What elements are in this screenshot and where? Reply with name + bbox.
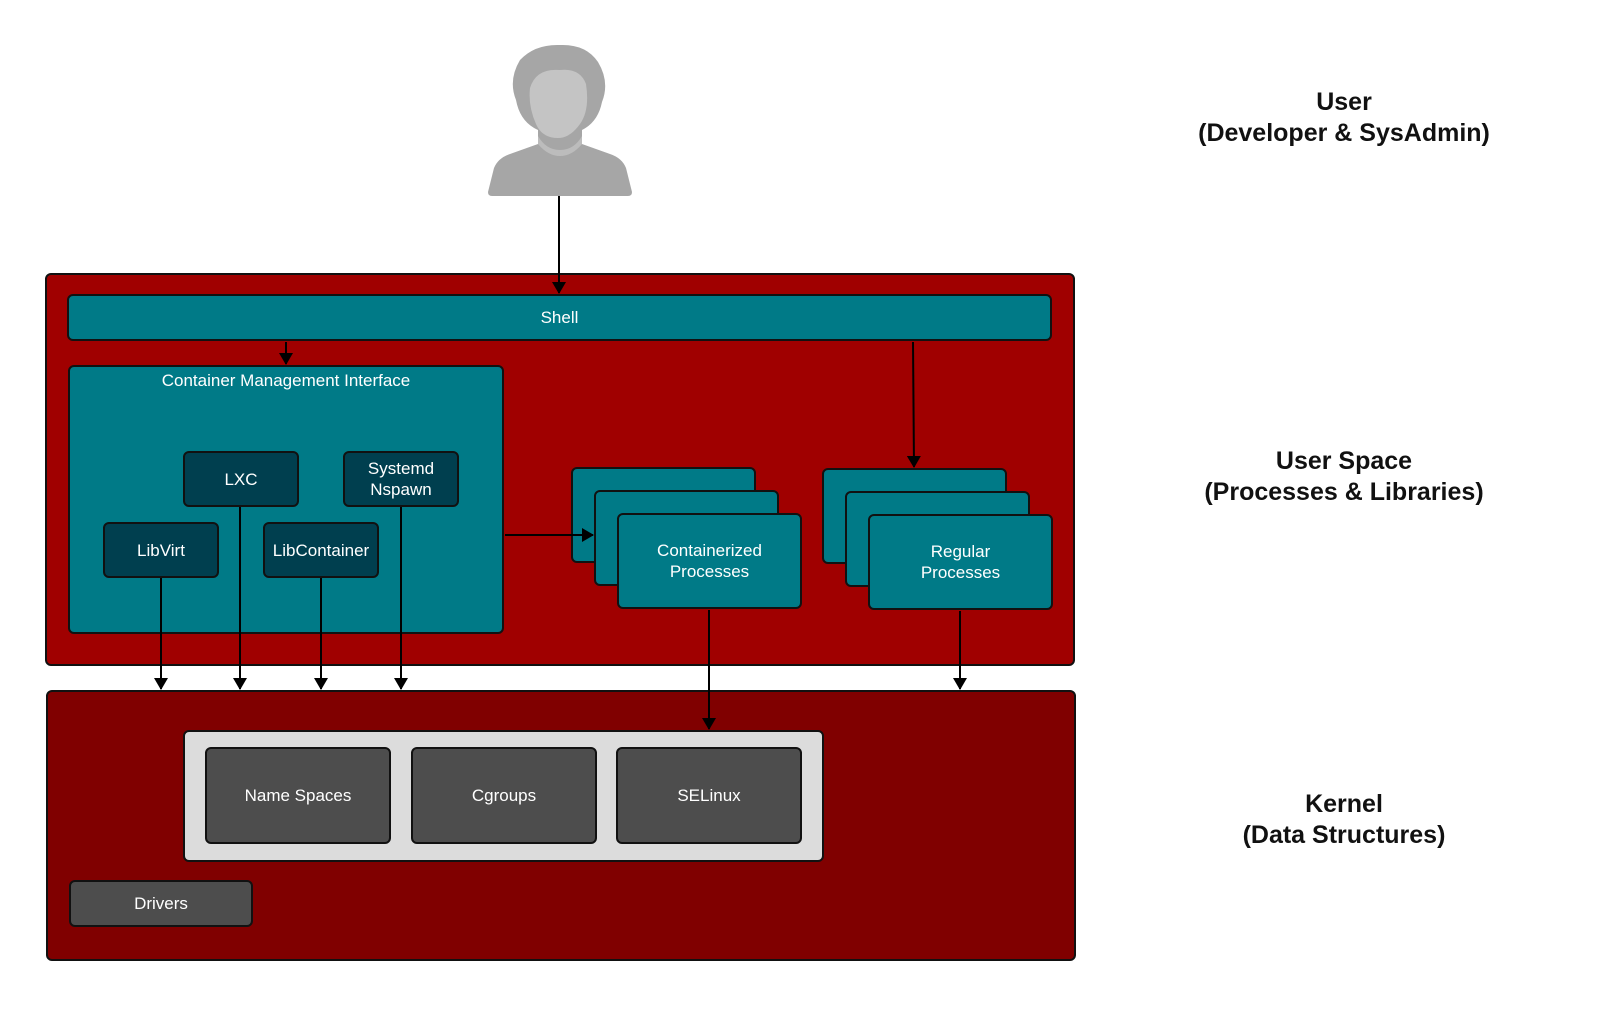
kernel-feature-cgroups[interactable]: Cgroups <box>411 747 597 844</box>
regular-processes[interactable]: Regular Processes <box>868 514 1053 610</box>
layer-title: User <box>1316 88 1372 116</box>
containerized-processes-label: Containerized Processes <box>657 541 762 581</box>
kernel-feature-namespaces[interactable]: Name Spaces <box>205 747 391 844</box>
kernel-feature-selinux[interactable]: SELinux <box>616 747 802 844</box>
tool-label: LibContainer <box>272 540 370 560</box>
tool-label: LibVirt <box>137 540 185 560</box>
layer-label-user: User (Developer & SysAdmin) <box>1164 87 1524 149</box>
layer-title: User Space <box>1275 447 1413 475</box>
shell-label: Shell <box>540 308 579 327</box>
shell-box[interactable]: Shell <box>67 294 1052 341</box>
tool-label: Systemd Nspawn <box>367 459 435 499</box>
kernel-feature-label: Cgroups <box>471 786 537 805</box>
layer-subtitle: (Developer & SysAdmin) <box>1198 119 1490 147</box>
drivers-label: Drivers <box>134 894 188 913</box>
regular-processes-label: Regular Processes <box>920 542 1001 582</box>
drivers-box[interactable]: Drivers <box>69 880 253 927</box>
tool-libvirt[interactable]: LibVirt <box>103 522 219 578</box>
kernel-feature-label: SELinux <box>677 786 741 805</box>
tool-lxc[interactable]: LXC <box>183 451 299 507</box>
layer-subtitle: (Data Structures) <box>1242 821 1446 849</box>
tool-systemd-nspawn[interactable]: Systemd Nspawn <box>343 451 459 507</box>
layer-title: Kernel <box>1305 790 1383 818</box>
tool-libcontainer[interactable]: LibContainer <box>263 522 379 578</box>
layer-label-kernel: Kernel (Data Structures) <box>1164 789 1524 851</box>
containerized-processes[interactable]: Containerized Processes <box>617 513 802 609</box>
user-avatar-icon <box>488 44 632 196</box>
layer-label-user-space: User Space (Processes & Libraries) <box>1164 446 1524 508</box>
tool-label: LXC <box>224 469 258 489</box>
layer-subtitle: (Processes & Libraries) <box>1204 478 1484 506</box>
cmi-title: Container Management Interface <box>161 371 411 390</box>
kernel-feature-label: Name Spaces <box>244 786 352 805</box>
